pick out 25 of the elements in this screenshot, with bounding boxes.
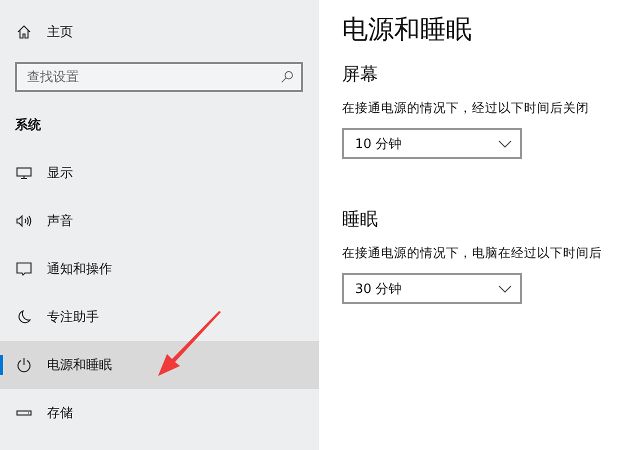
setting-label: 在接通电源的情况下，经过以下时间后关闭 [342,100,590,117]
moon-icon [16,309,32,325]
speaker-icon [16,213,32,229]
sidebar-item[interactable]: 通知和操作 [0,245,319,293]
section-heading: 屏幕 [342,63,379,87]
sidebar-item[interactable]: 声音 [0,197,319,245]
sidebar-item[interactable]: 专注助手 [0,293,319,341]
section-heading: 睡眠 [342,208,379,232]
chevron-down-icon [498,140,512,148]
sidebar-item[interactable]: 显示 [0,149,319,197]
search-field[interactable]: 查找设置 [15,62,303,92]
chevron-down-icon [498,284,512,292]
page-title: 电源和睡眠 [342,14,473,47]
section-heading: 系统 [14,116,42,135]
setting-label: 在接通电源的情况下，电脑在经过以下时间后 [342,245,603,262]
search-icon [280,70,294,84]
time-dropdown[interactable]: 30 分钟 [342,273,522,304]
speech-bubble-icon [16,261,32,277]
home-link[interactable]: 主页 [0,12,319,52]
monitor-icon [16,165,32,181]
time-dropdown[interactable]: 10 分钟 [342,128,522,159]
sidebar-item[interactable]: 电源和睡眠 [0,341,319,389]
sidebar-item[interactable]: 存储 [0,389,319,437]
home-icon [16,24,32,40]
power-icon [16,357,32,373]
